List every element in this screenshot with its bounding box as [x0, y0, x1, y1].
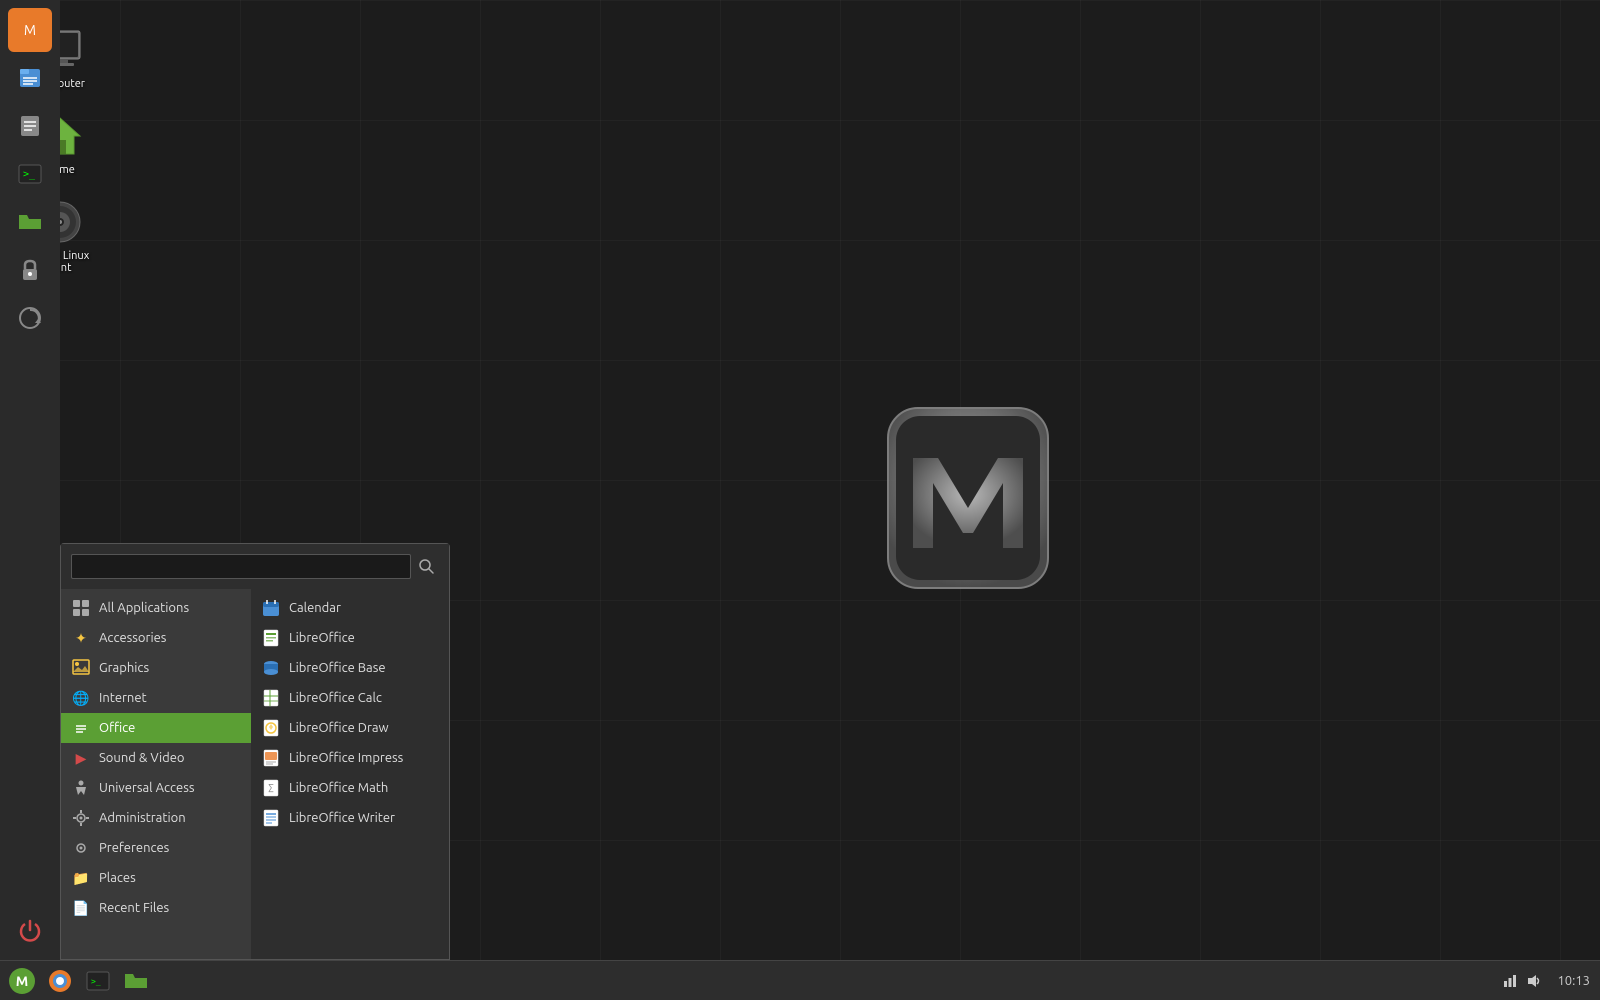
app-libreoffice-impress[interactable]: LibreOffice Impress	[251, 743, 449, 773]
categories-panel: All Applications ✦ Accessories Graphics	[61, 589, 251, 959]
category-accessories[interactable]: ✦ Accessories	[61, 623, 251, 653]
app-libreoffice-calc[interactable]: LibreOffice Calc	[251, 683, 449, 713]
taskbar-items: M >_	[0, 963, 1502, 999]
search-button[interactable]	[415, 555, 439, 579]
sidebar-update[interactable]	[8, 296, 52, 340]
category-sound-video[interactable]: ▶ Sound & Video	[61, 743, 251, 773]
category-universal-access[interactable]: Universal Access	[61, 773, 251, 803]
svg-text:M: M	[24, 22, 36, 38]
app-libreoffice-math[interactable]: ∑ LibreOffice Math	[251, 773, 449, 803]
app-calendar[interactable]: Calendar	[251, 593, 449, 623]
taskbar-mint[interactable]: M	[4, 963, 40, 999]
network-icon	[1502, 973, 1518, 989]
sidebar-folder[interactable]	[8, 200, 52, 244]
svg-text:>_: >_	[91, 977, 101, 986]
menu-content: All Applications ✦ Accessories Graphics	[61, 589, 449, 959]
sidebar-power[interactable]	[8, 908, 52, 952]
sidebar-terminal[interactable]: >_	[8, 152, 52, 196]
apps-panel: Calendar LibreOffice	[251, 589, 449, 959]
sidebar-mintmenu[interactable]: M	[8, 8, 52, 52]
sidebar-notes[interactable]	[8, 104, 52, 148]
category-office[interactable]: Office	[61, 713, 251, 743]
svg-text:∑: ∑	[268, 782, 273, 793]
app-libreoffice-draw[interactable]: LibreOffice Draw	[251, 713, 449, 743]
category-preferences[interactable]: Preferences	[61, 833, 251, 863]
category-internet[interactable]: 🌐 Internet	[61, 683, 251, 713]
taskbar-terminal[interactable]: >_	[80, 963, 116, 999]
category-recent-files[interactable]: 📄 Recent Files	[61, 893, 251, 923]
category-all[interactable]: All Applications	[61, 593, 251, 623]
taskbar-folder[interactable]	[118, 963, 154, 999]
sidebar-lock[interactable]	[8, 248, 52, 292]
app-libreoffice-writer[interactable]: LibreOffice Writer	[251, 803, 449, 833]
sound-icon	[1526, 973, 1542, 989]
taskbar-firefox[interactable]	[42, 963, 78, 999]
category-administration[interactable]: Administration	[61, 803, 251, 833]
svg-text:>_: >_	[23, 169, 36, 180]
taskbar-right: 10:13	[1502, 973, 1600, 989]
app-libreoffice-base[interactable]: LibreOffice Base	[251, 653, 449, 683]
desktop: Computer Home Install Lin	[0, 0, 1600, 1000]
category-graphics[interactable]: Graphics	[61, 653, 251, 683]
taskbar: M >_	[0, 960, 1600, 1000]
search-bar	[61, 544, 449, 589]
app-menu: All Applications ✦ Accessories Graphics	[60, 543, 450, 960]
mint-logo	[858, 388, 1078, 612]
sidebar: M >_	[0, 0, 60, 960]
app-libreoffice[interactable]: LibreOffice	[251, 623, 449, 653]
category-places[interactable]: 📁 Places	[61, 863, 251, 893]
svg-text:M: M	[16, 973, 28, 989]
clock: 10:13	[1550, 974, 1590, 988]
sidebar-files[interactable]	[8, 56, 52, 100]
search-input[interactable]	[71, 554, 411, 579]
